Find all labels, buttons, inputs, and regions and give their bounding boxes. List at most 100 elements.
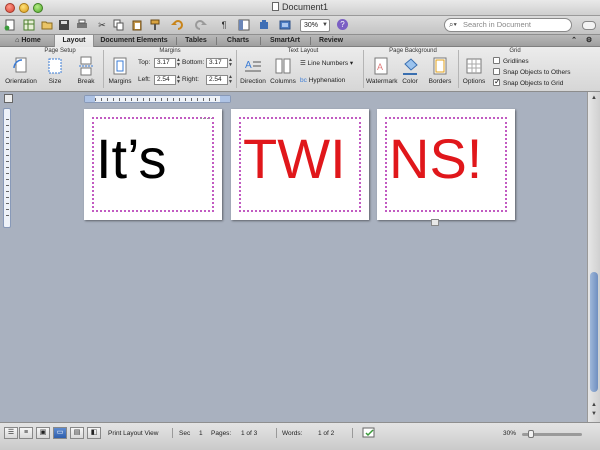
scroll-down-icon[interactable]: ▼ (590, 411, 598, 417)
save-icon[interactable] (58, 19, 70, 31)
spelling-check-icon[interactable] (362, 427, 376, 441)
open-folder-icon[interactable] (41, 19, 53, 31)
page-break-icon (79, 56, 93, 76)
toolbox-icon[interactable] (258, 19, 270, 31)
grid-options-button[interactable]: Options (461, 56, 487, 85)
checkbox-checked-icon (493, 77, 501, 86)
pages-value: 1 of 3 (241, 430, 258, 437)
snap-objects-to-others-checkbox[interactable]: Snap Objects to Others (493, 68, 571, 76)
search-input[interactable]: ⌕▾ Search in Document (444, 18, 572, 32)
margins-button[interactable]: Margins (107, 56, 133, 85)
redo-icon[interactable] (194, 19, 207, 31)
zoom-slider[interactable] (522, 430, 582, 438)
hyphenation-icon: bc (300, 77, 307, 84)
tab-separator (260, 37, 261, 45)
document-page-1[interactable]: It’s (84, 109, 222, 220)
tab-tables[interactable]: Tables (178, 35, 214, 47)
checkbox-unchecked-icon (493, 68, 500, 75)
orientation-button[interactable]: Orientation (4, 56, 38, 85)
left-margin-marker[interactable] (85, 96, 95, 102)
tab-smartart[interactable]: SmartArt (262, 35, 308, 47)
document-page-3[interactable]: NS! (377, 109, 515, 220)
page-text[interactable]: TWI (243, 129, 346, 189)
ruler-row (0, 92, 600, 106)
undo-icon[interactable] (171, 19, 183, 31)
home-icon: ⌂ (15, 37, 20, 44)
toggle-toolbar-icon[interactable] (582, 21, 596, 30)
tab-separator (176, 37, 177, 45)
margin-left-field[interactable]: 2.54 ▲ ▼ (154, 75, 181, 85)
tab-document-elements[interactable]: Document Elements (96, 35, 172, 47)
break-button[interactable]: Break (74, 56, 98, 85)
watermark-button[interactable]: A Watermark (366, 56, 398, 85)
collapse-ribbon-icon[interactable]: ⌃ (568, 35, 580, 47)
vertical-ruler[interactable] (3, 108, 11, 228)
tab-charts[interactable]: Charts (218, 35, 258, 47)
page-drag-handle[interactable] (431, 219, 439, 226)
tab-review[interactable]: Review (312, 35, 350, 47)
vertical-scrollbar[interactable]: ▲ ▲ ▼ (587, 92, 600, 422)
draft-view-button[interactable]: ☰ (4, 427, 18, 439)
grid-icon (466, 58, 482, 74)
copy-icon[interactable] (113, 19, 125, 31)
size-button[interactable]: Size (44, 56, 66, 85)
zoom-select[interactable]: 30% ▼ (300, 19, 330, 32)
document-icon (271, 2, 279, 11)
page-borders-icon (433, 57, 447, 75)
group-title-grid: Grid (509, 48, 521, 54)
group-title-page-background: Page Background (389, 48, 437, 54)
words-label: Words: (282, 430, 303, 437)
section-value: 1 (199, 430, 203, 437)
gridlines-checkbox[interactable]: Gridlines (493, 57, 529, 65)
columns-button[interactable]: Columns (268, 56, 298, 85)
page-text[interactable]: NS! (389, 129, 482, 189)
help-icon[interactable]: ? (337, 19, 348, 30)
templates-icon[interactable] (23, 19, 35, 31)
print-icon[interactable] (76, 19, 88, 31)
watermark-icon: A (374, 57, 388, 75)
media-browser-icon[interactable] (279, 19, 291, 31)
stepper-icon[interactable]: ▲ ▼ (228, 75, 233, 85)
show-formatting-marks-icon[interactable]: ¶ (218, 19, 230, 31)
margin-bottom-field[interactable]: 3.17 ▲ ▼ (206, 58, 233, 68)
page-borders-button[interactable]: Borders (426, 56, 454, 85)
svg-text:A: A (377, 62, 383, 72)
ruler-corner-button[interactable] (4, 94, 13, 103)
ribbon-settings-icon[interactable]: ⚙ (582, 35, 596, 47)
page-color-button[interactable]: Color (398, 56, 422, 85)
new-document-icon[interactable] (4, 19, 16, 31)
stepper-icon[interactable]: ▲ ▼ (176, 58, 181, 68)
layout-ribbon: Page Setup Orientation Size Break Margin… (0, 47, 600, 92)
stepper-icon[interactable]: ▲ ▼ (176, 75, 181, 85)
focus-view-button[interactable]: ◧ (87, 427, 101, 439)
sidebar-icon[interactable] (238, 19, 250, 31)
scroll-up-icon[interactable]: ▲ (590, 402, 598, 408)
status-bar: ☰ ≡ ▣ ▭ ▤ ◧ Print Layout View Sec 1 Page… (0, 422, 600, 450)
status-separator (276, 428, 277, 438)
cut-icon[interactable]: ✂ (96, 19, 108, 31)
print-layout-view-button[interactable]: ▭ (53, 427, 67, 439)
direction-button[interactable]: A Direction (238, 56, 268, 85)
right-margin-marker[interactable] (220, 96, 230, 102)
margin-left-label: Left: (138, 76, 151, 83)
paste-icon[interactable] (131, 19, 143, 31)
zoom-slider-handle[interactable] (528, 430, 534, 438)
line-numbers-button[interactable]: ☰ Line Numbers ▾ (300, 59, 353, 67)
horizontal-ruler[interactable] (84, 95, 231, 103)
outline-view-button[interactable]: ≡ (19, 427, 33, 439)
zoom-level-label: 30% (503, 430, 517, 437)
notebook-layout-view-button[interactable]: ▤ (70, 427, 84, 439)
scrollbar-thumb[interactable] (590, 272, 598, 392)
page-text[interactable]: It’s (96, 129, 167, 189)
margin-top-field[interactable]: 3.17 ▲ ▼ (154, 58, 181, 68)
format-painter-icon[interactable] (149, 19, 161, 31)
hyphenation-button[interactable]: bc Hyphenation (300, 77, 345, 84)
tab-home[interactable]: ⌂ Home (4, 35, 52, 47)
stepper-icon[interactable]: ▲ ▼ (228, 58, 233, 68)
snap-objects-to-grid-checkbox[interactable]: Snap Objects to Grid (493, 77, 563, 87)
tab-separator (310, 37, 311, 45)
publishing-layout-view-button[interactable]: ▣ (36, 427, 50, 439)
margin-right-field[interactable]: 2.54 ▲ ▼ (206, 75, 233, 85)
scroll-up-icon[interactable]: ▲ (590, 95, 598, 101)
document-page-2[interactable]: TWI (231, 109, 369, 220)
